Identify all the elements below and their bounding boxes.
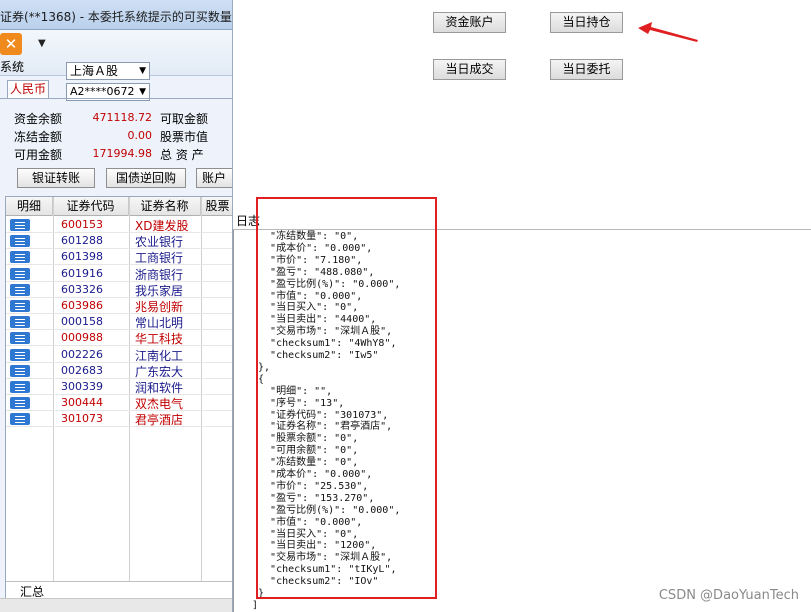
stock-code: 603986 bbox=[61, 299, 103, 312]
highlight-box bbox=[256, 197, 437, 599]
toolbar: ✕ ▼ 系统 上海Ａ股 ▼ A2****0672 ▼ bbox=[0, 30, 232, 101]
table-row[interactable]: 301073 君亭酒店 bbox=[6, 411, 232, 428]
detail-icon[interactable] bbox=[10, 413, 30, 426]
stock-name: 常山北明 bbox=[135, 316, 184, 331]
tab-currency[interactable]: 人民币 bbox=[7, 80, 49, 98]
fund-label: 冻结金额 bbox=[14, 130, 63, 144]
table-row[interactable]: 601288 农业银行 bbox=[6, 233, 232, 250]
fund-value: 171994.98 bbox=[92, 147, 153, 160]
annotation-arrow-icon bbox=[638, 22, 698, 42]
column-header[interactable]: 证券名称 bbox=[129, 197, 201, 216]
fund-value: 0.00 bbox=[127, 129, 153, 142]
stock-code: 601288 bbox=[61, 234, 103, 248]
stock-code: 601398 bbox=[61, 250, 103, 264]
today-position-button[interactable]: 当日持仓 bbox=[550, 12, 623, 33]
detail-icon[interactable] bbox=[10, 267, 30, 280]
detail-icon[interactable] bbox=[10, 381, 30, 393]
table-row[interactable]: 603326 我乐家居 bbox=[6, 282, 232, 298]
detail-icon[interactable] bbox=[10, 235, 30, 248]
stock-code: 000988 bbox=[61, 331, 103, 345]
stock-name: 君亭酒店 bbox=[135, 413, 184, 428]
account-select-value: A2****0672 bbox=[70, 85, 135, 98]
stock-code: 301073 bbox=[61, 412, 103, 426]
stock-code: 000158 bbox=[61, 315, 103, 329]
chevron-down-icon: ▼ bbox=[139, 66, 146, 76]
stock-name: XD建发股 bbox=[135, 219, 189, 233]
detail-icon[interactable] bbox=[10, 364, 30, 377]
table-row[interactable]: 603986 兆易创新 bbox=[6, 298, 232, 314]
stock-name: 浙商银行 bbox=[135, 267, 184, 282]
fund-label: 可取金额 bbox=[160, 112, 209, 126]
stock-name: 工商银行 bbox=[135, 251, 184, 266]
account-button[interactable]: 账户 bbox=[196, 168, 232, 188]
detail-icon[interactable] bbox=[10, 348, 30, 361]
wrench-icon[interactable]: ✕ bbox=[0, 33, 22, 55]
table-row[interactable]: 300339 润和软件 bbox=[6, 379, 232, 395]
table-row[interactable]: 600153 XD建发股 bbox=[6, 217, 232, 233]
stock-code: 002683 bbox=[61, 363, 103, 377]
table-row[interactable]: 002683 广东宏大 bbox=[6, 363, 232, 379]
column-header[interactable]: 证券代码 bbox=[53, 197, 129, 216]
table-header: 明细 证券代码 证券名称 股票 bbox=[6, 197, 232, 216]
fund-label: 股票市值 bbox=[160, 130, 209, 144]
bond-repo-button[interactable]: 国债逆回购 bbox=[106, 168, 186, 188]
stock-name: 双杰电气 bbox=[135, 397, 184, 412]
stock-code: 601916 bbox=[61, 266, 103, 280]
stock-code: 600153 bbox=[61, 218, 103, 231]
trading-window: 证券(**1368) - 本委托系统提示的可买数量 ✕ ▼ 系统 上海Ａ股 ▼ A… bbox=[0, 0, 233, 612]
fund-value: 471118.72 bbox=[92, 111, 153, 124]
table-row[interactable]: 000158 常山北明 bbox=[6, 314, 232, 331]
stock-name: 农业银行 bbox=[135, 235, 184, 250]
stock-name: 我乐家居 bbox=[135, 283, 184, 298]
stock-name: 华工科技 bbox=[135, 332, 184, 347]
watermark: CSDN @DaoYuanTech bbox=[658, 588, 799, 603]
positions-table: 明细 证券代码 证券名称 股票 600153 XD建发股 601288 农业银行 601… bbox=[5, 196, 232, 599]
stock-name: 兆易创新 bbox=[135, 300, 184, 314]
system-menu-label[interactable]: 系统 bbox=[0, 58, 24, 75]
fund-label: 资金余额 bbox=[14, 112, 63, 126]
detail-icon[interactable] bbox=[10, 300, 30, 312]
window-title: 证券(**1368) - 本委托系统提示的可买数量 bbox=[0, 10, 232, 24]
stock-name: 润和软件 bbox=[135, 381, 184, 395]
detail-icon[interactable] bbox=[10, 283, 30, 296]
today-deals-button[interactable]: 当日成交 bbox=[433, 59, 506, 80]
detail-icon[interactable] bbox=[10, 332, 30, 345]
bank-transfer-button[interactable]: 银证转账 bbox=[17, 168, 95, 188]
detail-icon[interactable] bbox=[10, 251, 30, 264]
stock-code: 300444 bbox=[61, 396, 103, 410]
table-row[interactable]: 000988 华工科技 bbox=[6, 330, 232, 347]
fund-label: 可用金额 bbox=[14, 148, 63, 162]
table-row[interactable]: 300444 双杰电气 bbox=[6, 395, 232, 412]
stock-code: 300339 bbox=[61, 380, 103, 393]
table-row[interactable]: 601398 工商银行 bbox=[6, 249, 232, 266]
chevron-down-icon[interactable]: ▼ bbox=[38, 38, 46, 49]
market-select-value: 上海Ａ股 bbox=[70, 64, 119, 78]
stock-code: 002226 bbox=[61, 347, 103, 361]
log-line: ] bbox=[252, 599, 259, 611]
stock-name: 广东宏大 bbox=[135, 364, 184, 379]
detail-icon[interactable] bbox=[10, 219, 30, 231]
stock-code: 603326 bbox=[61, 282, 103, 296]
stock-name: 江南化工 bbox=[135, 348, 184, 363]
fund-label: 总 资 产 bbox=[160, 148, 204, 162]
horizontal-scrollbar[interactable] bbox=[0, 598, 232, 612]
market-select[interactable]: 上海Ａ股 ▼ bbox=[66, 62, 150, 80]
summary-row: 汇总 bbox=[6, 581, 232, 599]
table-row[interactable]: 002226 江南化工 bbox=[6, 347, 232, 363]
fund-account-button[interactable]: 资金账户 bbox=[433, 12, 506, 33]
column-header[interactable]: 股票 bbox=[201, 197, 232, 216]
today-orders-button[interactable]: 当日委托 bbox=[550, 59, 623, 80]
title-bar: 证券(**1368) - 本委托系统提示的可买数量 bbox=[0, 0, 232, 30]
detail-icon[interactable] bbox=[10, 397, 30, 410]
column-header[interactable]: 明细 bbox=[6, 197, 53, 216]
table-row[interactable]: 601916 浙商银行 bbox=[6, 266, 232, 282]
detail-icon[interactable] bbox=[10, 316, 30, 329]
divider bbox=[0, 98, 232, 99]
